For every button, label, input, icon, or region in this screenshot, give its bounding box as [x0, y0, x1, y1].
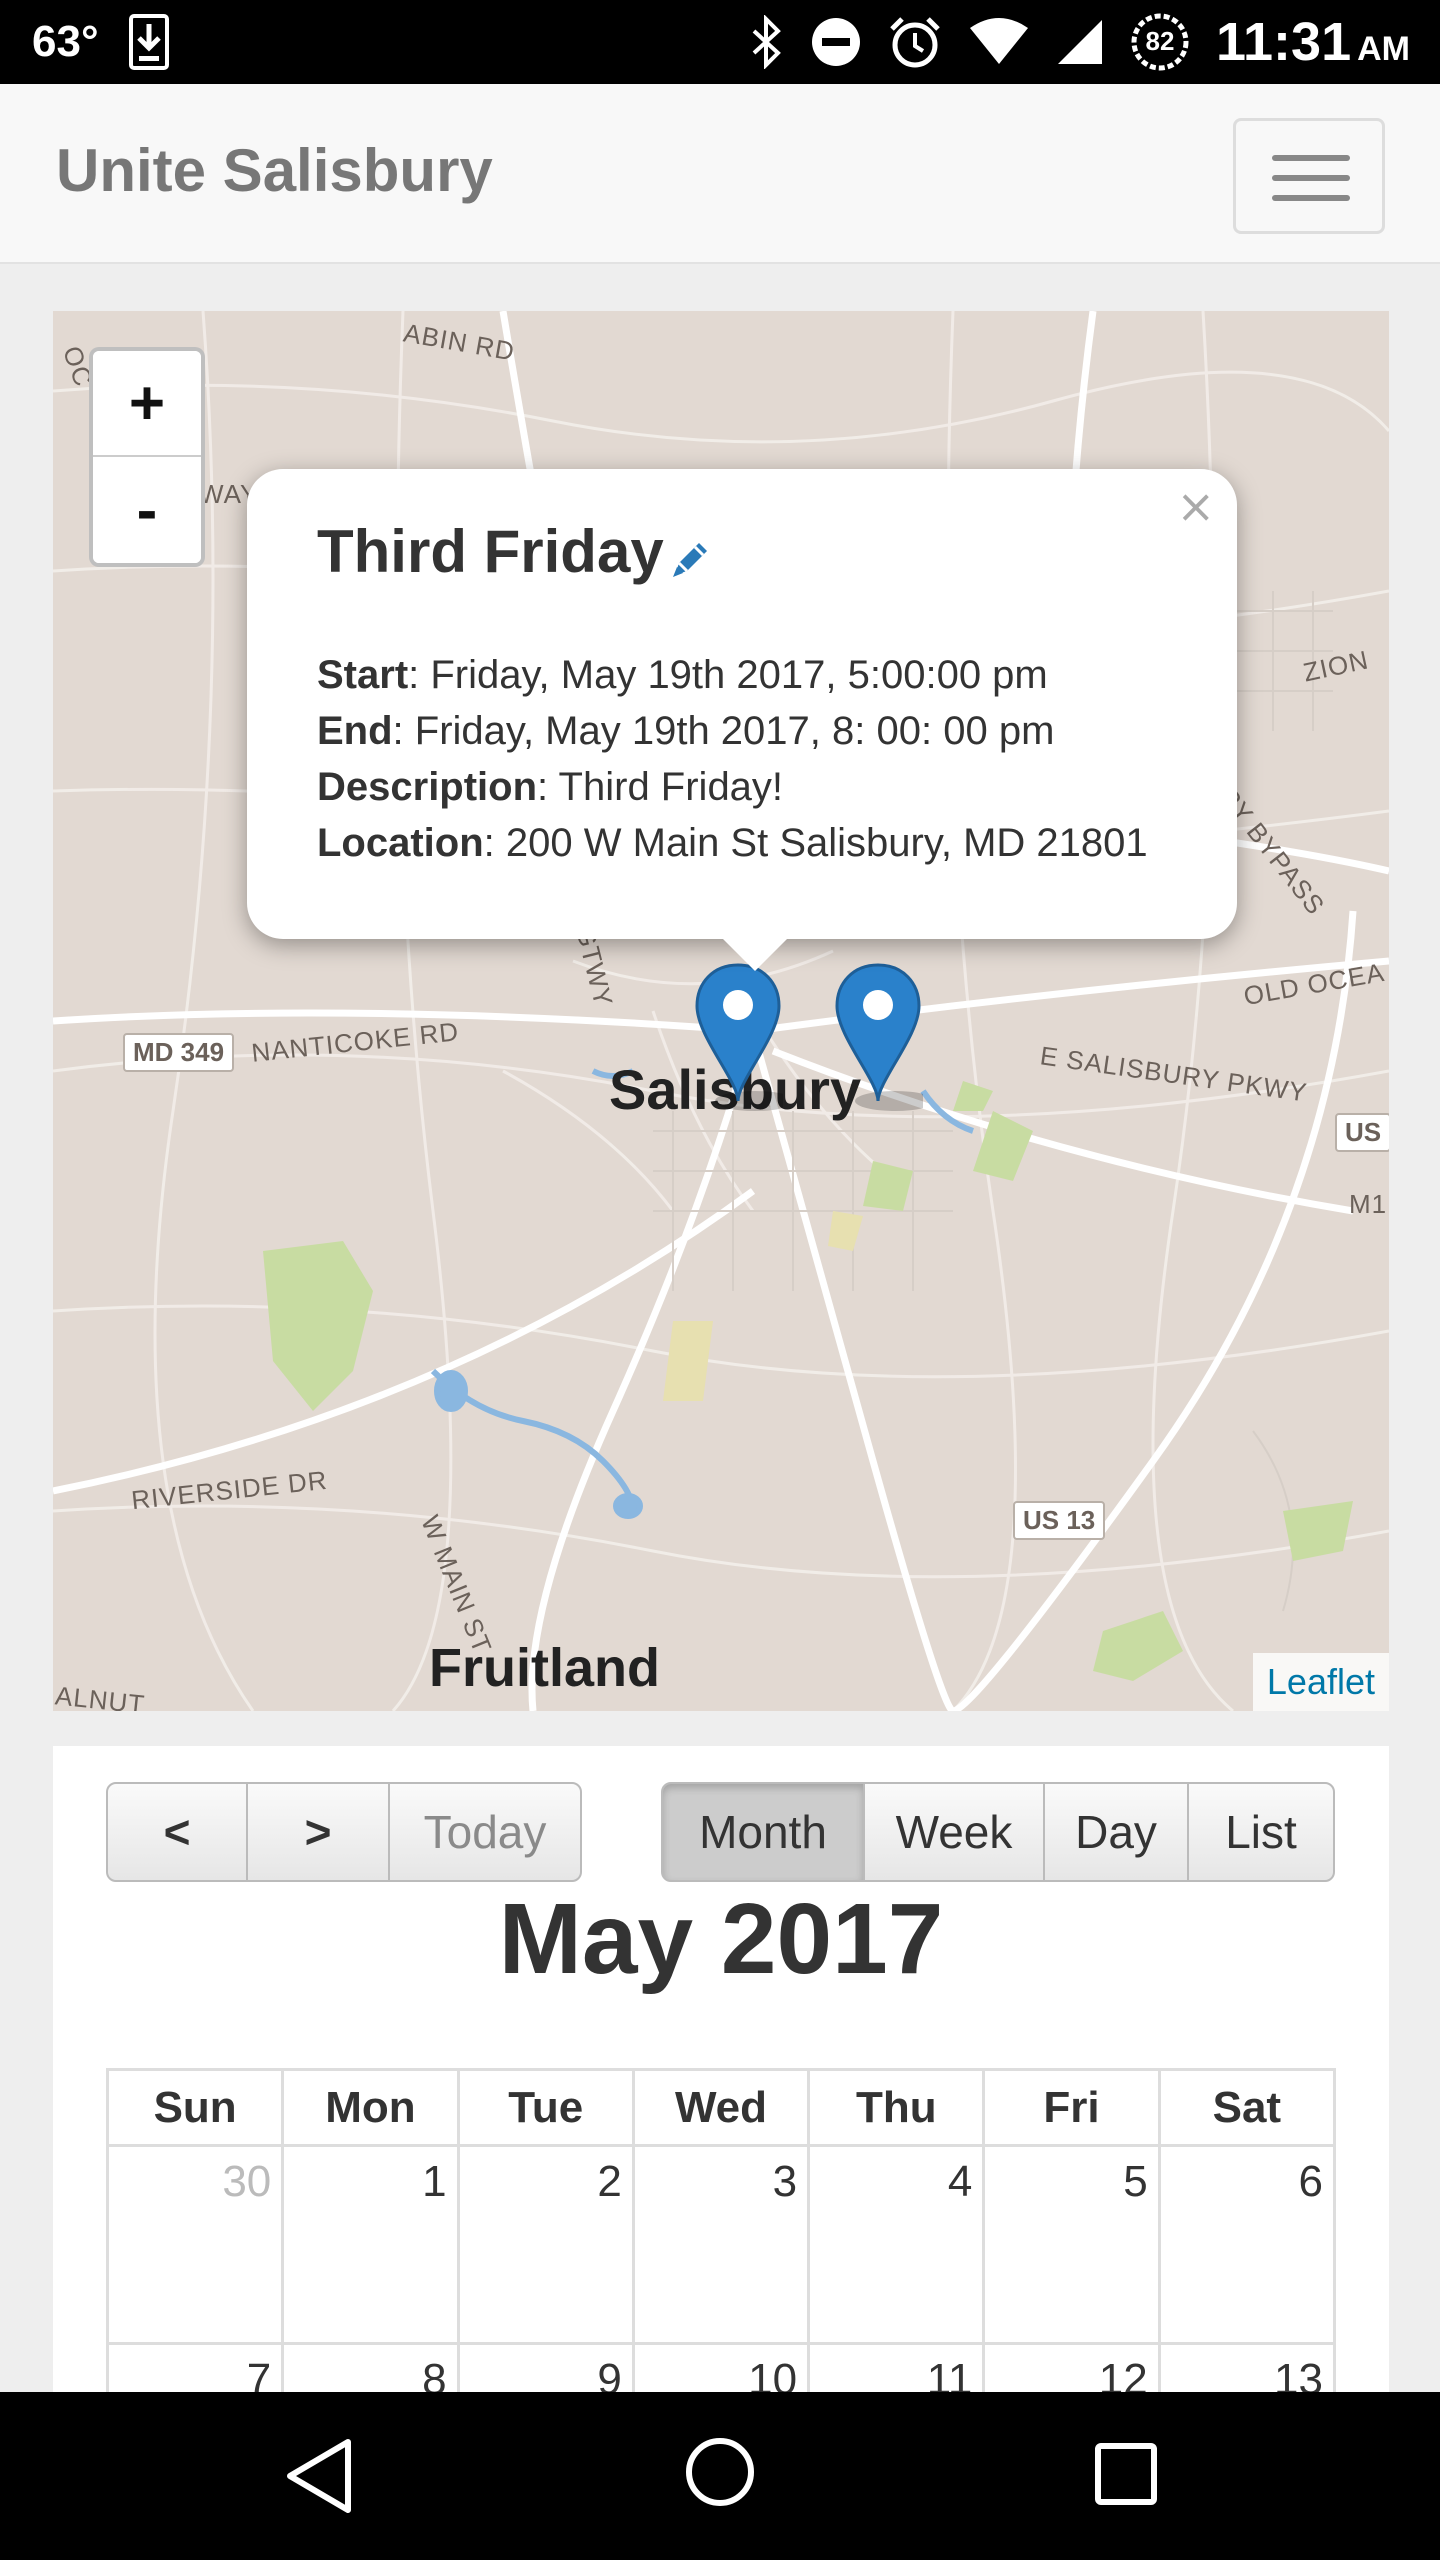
zoom-control: + - [89, 347, 205, 567]
map-shield-us13: US 13 [1013, 1501, 1106, 1540]
download-icon [128, 14, 169, 70]
prev-month-button[interactable]: < [106, 1782, 248, 1882]
day-cell[interactable]: 6 [1157, 2144, 1337, 2345]
weekday-tue: Tue [456, 2068, 635, 2147]
do-not-disturb-icon [811, 18, 860, 66]
map-city-fruitland: Fruitland [429, 1638, 660, 1698]
popup-start: Start: Friday, May 19th 2017, 5:00:00 pm [317, 653, 1048, 697]
view-day-button[interactable]: Day [1043, 1782, 1189, 1882]
menu-toggle-button[interactable] [1233, 118, 1385, 234]
weekday-sun: Sun [105, 2068, 285, 2147]
day-cell[interactable]: 4 [807, 2144, 986, 2345]
event-map[interactable]: ABIN RD OC WAY ZION BURY BYPASS GTWY OLD… [53, 311, 1389, 1711]
view-list-button[interactable]: List [1187, 1782, 1335, 1882]
view-month-button[interactable]: Month [661, 1782, 865, 1882]
leaflet-attribution-link[interactable]: Leaflet [1252, 1653, 1389, 1711]
pencil-icon[interactable] [669, 537, 713, 581]
cell-signal-icon [1057, 20, 1102, 64]
alarm-icon [890, 17, 940, 68]
temperature: 63° [32, 17, 99, 66]
map-marker-third-friday[interactable] [693, 961, 783, 1111]
hamburger-icon [1272, 155, 1350, 161]
popup-end: End: Friday, May 19th 2017, 8: 00: 00 pm [317, 709, 1055, 753]
battery-level: 82 [1145, 26, 1175, 56]
system-navigation-bar [0, 2392, 1440, 2560]
battery-icon: 82 [1130, 12, 1190, 72]
today-button[interactable]: Today [388, 1782, 582, 1882]
recents-icon[interactable] [1094, 2442, 1158, 2506]
popup-tip [719, 935, 791, 971]
bluetooth-icon [752, 15, 781, 69]
event-popup: × Third Friday Start: Friday, May 19th 2… [247, 469, 1237, 971]
popup-description: Description: Third Friday! [317, 765, 784, 809]
day-cell[interactable]: 30 [105, 2144, 285, 2345]
weekday-mon: Mon [281, 2068, 460, 2147]
weekday-thu: Thu [807, 2068, 986, 2147]
back-icon[interactable] [282, 2436, 358, 2516]
brand-link[interactable]: Unite Salisbury [56, 136, 493, 205]
clock-time: 11:31 [1215, 12, 1352, 72]
popup-details: Start: Friday, May 19th 2017, 5:00:00 pm… [317, 647, 1148, 871]
weekday-sat: Sat [1157, 2068, 1337, 2147]
zoom-in-button[interactable]: + [93, 351, 201, 457]
popup-title: Third Friday [317, 518, 664, 585]
next-month-button[interactable]: > [246, 1782, 390, 1882]
view-week-button[interactable]: Week [863, 1782, 1045, 1882]
map-shield-us: US [1335, 1113, 1389, 1152]
day-cell[interactable]: 5 [982, 2144, 1161, 2345]
weekday-wed: Wed [631, 2068, 811, 2147]
wifi-icon [969, 18, 1028, 64]
map-marker-event[interactable] [833, 961, 923, 1111]
week-row: 30 1 2 3 4 5 6 [105, 2144, 1337, 2345]
map-label-m1: M1 [1349, 1189, 1388, 1219]
weekday-header-row: Sun Mon Tue Wed Thu Fri Sat [105, 2068, 1337, 2147]
home-icon[interactable] [684, 2436, 756, 2508]
status-bar: 63° 82 11:31 AM [0, 0, 1440, 84]
day-cell[interactable]: 1 [281, 2144, 460, 2345]
zoom-out-button[interactable]: - [93, 457, 201, 563]
map-shield-md349: MD 349 [123, 1033, 235, 1072]
top-navbar: Unite Salisbury [0, 84, 1440, 264]
calendar-title: May 2017 [498, 1883, 944, 1995]
popup-close-button[interactable]: × [1176, 479, 1215, 533]
clock-ampm: AM [1357, 30, 1410, 68]
day-cell[interactable]: 2 [456, 2144, 635, 2345]
popup-location: Location: 200 W Main St Salisbury, MD 21… [317, 821, 1148, 865]
day-cell[interactable]: 3 [631, 2144, 811, 2345]
weekday-fri: Fri [982, 2068, 1161, 2147]
